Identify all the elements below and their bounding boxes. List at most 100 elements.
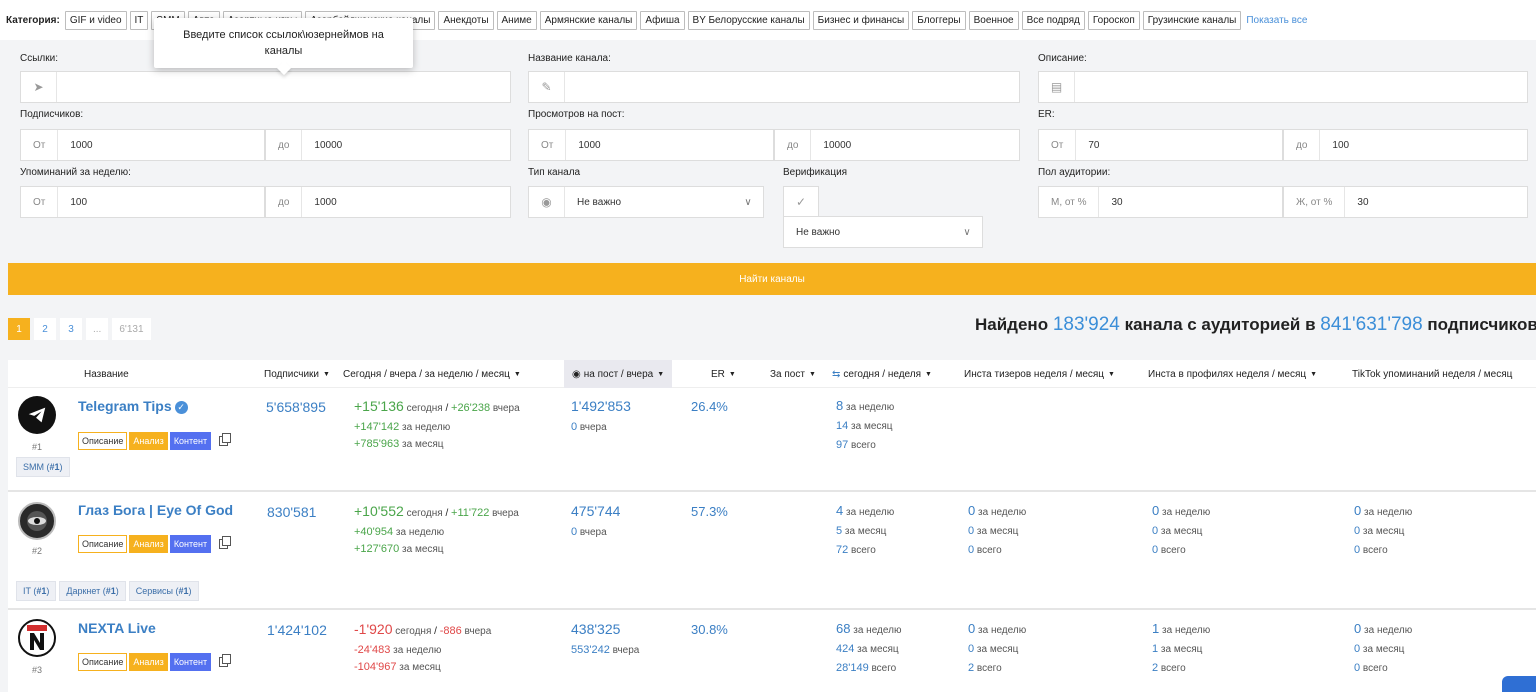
col-reposts[interactable]: ⇆ сегодня / неделя ▼ — [832, 360, 932, 388]
reposts-total: 28'149 — [836, 662, 869, 674]
verification-select[interactable]: Не важно ∨ — [783, 216, 983, 248]
week-word: за неделю — [853, 625, 902, 636]
page-last[interactable]: 6'131 — [112, 318, 151, 340]
channel-rank: #2 — [31, 546, 42, 556]
channel-name[interactable]: Глаз Бога | Eye Of God — [78, 502, 233, 518]
widget-badge[interactable] — [1502, 676, 1536, 692]
analysis-button[interactable]: Анализ — [129, 432, 168, 450]
channel-type-select[interactable]: ◉ Не важно ∨ — [528, 186, 764, 218]
copy-icon[interactable] — [219, 654, 232, 667]
page-1[interactable]: 1 — [8, 318, 30, 340]
page-2[interactable]: 2 — [34, 318, 56, 340]
category-anime[interactable]: Аниме — [496, 10, 537, 30]
er-from-input[interactable]: От 70 — [1038, 129, 1283, 161]
analysis-button[interactable]: Анализ — [129, 535, 168, 553]
views-from-input[interactable]: От 1000 — [528, 129, 774, 161]
category-all[interactable]: Все подряд — [1021, 10, 1085, 30]
subscribers-from-input[interactable]: От 1000 — [20, 129, 265, 161]
category-bloggers[interactable]: Блоггеры — [912, 10, 966, 30]
channel-actions: Описание Анализ Контент — [78, 432, 232, 450]
copy-icon[interactable] — [219, 433, 232, 446]
subscribers-to-input[interactable]: до 10000 — [265, 129, 511, 161]
insta-teasers-total: 2 — [968, 662, 975, 674]
col-name: Название — [84, 368, 129, 380]
category-tag[interactable]: Сервисы (#1) — [128, 581, 199, 601]
views-to-input[interactable]: до 10000 — [774, 129, 1020, 161]
month-word: за месяц — [851, 421, 893, 432]
find-channels-button[interactable]: Найти каналы — [8, 263, 1536, 295]
channel-title: Telegram Tips ✓ — [78, 398, 188, 414]
channel-name[interactable]: NEXTA Live — [78, 620, 156, 636]
verification-label: Верификация — [783, 167, 848, 178]
category-afisha[interactable]: Афиша — [640, 10, 685, 30]
col-per-post[interactable]: За пост ▼ — [770, 360, 816, 388]
subscribers-count: 830'581 — [267, 504, 317, 520]
category-tag[interactable]: SMM (#1) — [16, 457, 70, 477]
copy-icon[interactable] — [219, 536, 232, 549]
category-jokes[interactable]: Анекдоты — [438, 10, 494, 30]
col-subscribers[interactable]: Подписчики ▼ — [264, 360, 330, 388]
col-insta-profiles[interactable]: Инста в профилях неделя / месяц ▼ — [1148, 360, 1317, 388]
mentions-to-input[interactable]: до 1000 — [265, 186, 511, 218]
growth-month: -104'967 — [354, 661, 397, 673]
verification-icon-box: ✓ — [783, 186, 819, 218]
content-button[interactable]: Контент — [169, 535, 212, 553]
growth-today: +10'552 — [354, 503, 404, 519]
channel-type-label: Тип канала — [528, 167, 581, 178]
content-button[interactable]: Контент — [169, 432, 212, 450]
insta-profiles-total: 2 — [1152, 662, 1159, 674]
category-georgian[interactable]: Грузинские каналы — [1142, 10, 1242, 30]
checkmark-icon: ✓ — [795, 195, 807, 209]
col-subscribers-label: Подписчики — [264, 368, 320, 380]
reposts-cell: 4 за неделю 5 за месяц 72 всего — [836, 502, 894, 560]
category-belarus[interactable]: BY Белорусские каналы — [687, 10, 810, 30]
description-button[interactable]: Описание — [78, 432, 128, 450]
female-percent-input[interactable]: Ж, от % 30 — [1283, 186, 1528, 218]
insta-teasers-total: 0 — [968, 544, 975, 556]
channel-name[interactable]: Telegram Tips — [78, 398, 172, 414]
description-button[interactable]: Описание — [78, 535, 128, 553]
page-ellipsis: ... — [86, 318, 109, 340]
col-er[interactable]: ER ▼ — [711, 360, 736, 388]
show-all-link[interactable]: Показать все — [1246, 15, 1307, 26]
col-views-label: на пост / вчера — [583, 368, 654, 380]
reposts-total: 72 — [836, 544, 849, 556]
category-tag[interactable]: IT (#1) — [16, 581, 57, 601]
col-views[interactable]: ◉ на пост / вчера ▼ — [564, 360, 673, 388]
month-word: за месяц — [402, 544, 444, 555]
insta-profiles-week: 1 — [1152, 621, 1160, 636]
links-textarea[interactable]: ➤ — [20, 71, 511, 103]
mentions-from-input[interactable]: От 100 — [20, 186, 265, 218]
table-row: #1 Telegram Tips ✓ Описание Анализ Контен… — [8, 388, 1536, 492]
from-prefix: От — [1039, 130, 1077, 160]
views-yesterday: 553'242 — [571, 644, 610, 656]
description-button[interactable]: Описание — [78, 653, 128, 671]
category-military[interactable]: Военное — [968, 10, 1019, 30]
found-middle: канала с аудиторией в — [1124, 315, 1316, 334]
channel-name-input[interactable]: ✎ — [528, 71, 1020, 103]
views-cell: 475'744 0 вчера — [571, 502, 620, 542]
col-growth[interactable]: Сегодня / вчера / за неделю / месяц ▼ — [343, 360, 521, 388]
male-percent-input[interactable]: М, от % 30 — [1038, 186, 1283, 218]
description-input[interactable]: ▤ — [1038, 71, 1528, 103]
repost-icon: ⇆ — [832, 368, 841, 380]
er-to-input[interactable]: до 100 — [1283, 129, 1528, 161]
content-button[interactable]: Контент — [169, 653, 212, 671]
week-word: за неделю — [393, 645, 442, 656]
col-tiktok[interactable]: TikTok упоминаний неделя / месяц — [1352, 360, 1512, 388]
insta-teasers-month: 0 — [968, 525, 975, 537]
views-yesterday: 0 — [571, 421, 578, 433]
category-business[interactable]: Бизнес и финансы — [812, 10, 910, 30]
category-gif-video[interactable]: GIF и video — [64, 10, 127, 30]
category-tag[interactable]: Даркнет (#1) — [59, 581, 126, 601]
col-insta-teasers[interactable]: Инста тизеров неделя / месяц ▼ — [964, 360, 1115, 388]
category-armenian[interactable]: Армянские каналы — [539, 10, 638, 30]
chevron-down-icon: ∨ — [963, 226, 971, 238]
page-3[interactable]: 3 — [60, 318, 82, 340]
views-cell: 1'492'853 0 вчера — [571, 397, 631, 437]
mentions-label: Упоминаний за неделю: — [20, 167, 131, 178]
category-it[interactable]: IT — [129, 10, 149, 30]
category-horoscope[interactable]: Гороскоп — [1087, 10, 1140, 30]
analysis-button[interactable]: Анализ — [129, 653, 168, 671]
from-prefix: От — [21, 187, 59, 217]
